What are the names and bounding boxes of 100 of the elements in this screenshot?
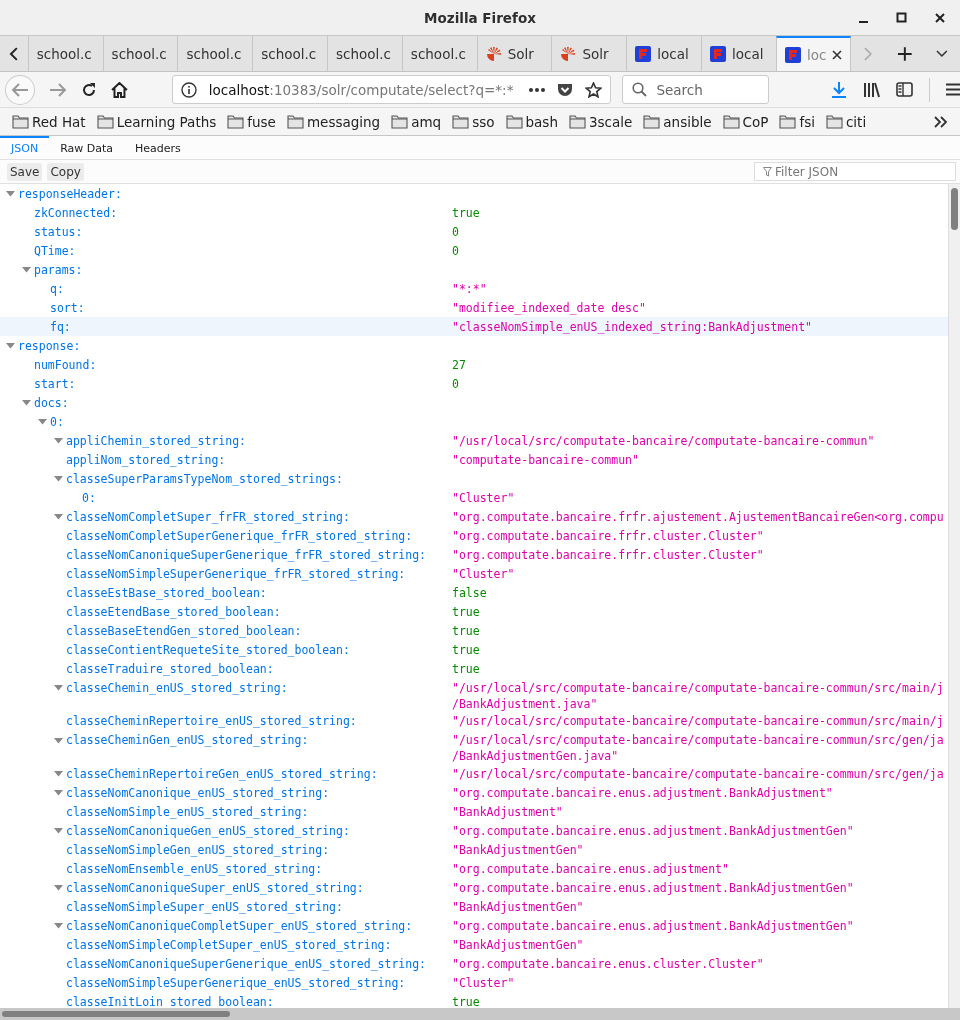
bookmark-label[interactable]: bash: [525, 113, 558, 130]
library-icon[interactable]: [863, 81, 880, 98]
bookmark-folder[interactable]: bash: [505, 113, 558, 130]
info-icon[interactable]: [180, 81, 197, 98]
tree-row[interactable]: start: 0: [0, 374, 948, 393]
more-icon[interactable]: [529, 87, 546, 92]
tree-row[interactable]: QTime: 0: [0, 241, 948, 260]
tree-row[interactable]: classeNomSimpleCompletSuper_enUS_stored_string: "BankAdjustmentGen": [0, 935, 948, 954]
bookmark-label[interactable]: sso: [472, 113, 495, 130]
star-icon[interactable]: [585, 81, 603, 98]
bookmark-label[interactable]: CoP: [742, 113, 769, 130]
bookmark-label[interactable]: ansible: [663, 113, 712, 130]
caret-icon[interactable]: [54, 769, 63, 778]
tree-row[interactable]: classeNomCompletSuperGenerique_frFR_stored_string: "org.computate.bancaire.frfr.cluster.Cluster": [0, 526, 948, 545]
tree-row[interactable]: status: 0: [0, 222, 948, 241]
tree-row[interactable]: params:: [0, 260, 948, 279]
tree-row[interactable]: classeCheminRepertoireGen_enUS_stored_string: "/usr/local/src/computate-bancaire/computate-bancaire-commun/src/gen/ja: [0, 764, 948, 783]
tree-row[interactable]: classeEstBase_stored_boolean: false: [0, 583, 948, 602]
browser-tab[interactable]: loc: [775, 36, 851, 71]
browser-tab[interactable]: school.c: [327, 36, 402, 71]
search-field[interactable]: Search: [622, 75, 769, 104]
sidebar-icon[interactable]: [896, 82, 913, 97]
tree-row[interactable]: sort: "modifiee_indexed_date desc": [0, 298, 948, 317]
scroll-left-icon[interactable]: [9, 46, 19, 61]
reload-icon[interactable]: [80, 81, 97, 98]
tree-row[interactable]: classeInitLoin_stored_boolean: true: [0, 992, 948, 1008]
tree-row[interactable]: numFound: 27: [0, 355, 948, 374]
tree-row[interactable]: classeCheminGen_enUS_stored_string: "/usr/local/src/computate-bancaire/computate-bancaire-commun/src/gen/ja /BankAdjustmentGen.java": [0, 730, 948, 764]
caret-icon[interactable]: [54, 436, 63, 445]
caret-icon[interactable]: [54, 683, 63, 692]
back-button[interactable]: [5, 74, 35, 105]
tree-row[interactable]: classeBaseEtendGen_stored_boolean: true: [0, 621, 948, 640]
tree-row[interactable]: classeNomSimpleGen_enUS_stored_string: "BankAdjustmentGen": [0, 840, 948, 859]
tree-row[interactable]: classeNomSimpleSuperGenerique_enUS_stored_string: "Cluster": [0, 973, 948, 992]
caret-icon[interactable]: [22, 398, 31, 407]
tree-row[interactable]: classeSuperParamsTypeNom_stored_strings:: [0, 469, 948, 488]
tree-row[interactable]: zkConnected: true: [0, 203, 948, 222]
filter-field[interactable]: Filter JSON: [754, 162, 956, 181]
tree-row[interactable]: classeNomCanoniqueCompletSuper_enUS_stored_string: "org.computate.bancaire.enus.adjustment.BankAdjustmentGen": [0, 916, 948, 935]
maximize-icon[interactable]: [896, 12, 908, 24]
tree-row[interactable]: classeNomSimpleSuper_enUS_stored_string: "BankAdjustmentGen": [0, 897, 948, 916]
tree-row[interactable]: classeNomCanoniqueSuper_enUS_stored_string: "org.computate.bancaire.enus.adjustment.BankAdjustmentGen": [0, 878, 948, 897]
tree-row[interactable]: docs:: [0, 393, 948, 412]
tree-row[interactable]: classeNomEnsemble_enUS_stored_string: "org.computate.bancaire.enus.adjustment": [0, 859, 948, 878]
caret-icon[interactable]: [54, 921, 63, 930]
bookmark-folder[interactable]: sso: [452, 113, 495, 130]
bookmark-folder[interactable]: Learning Paths: [96, 113, 217, 130]
caret-icon[interactable]: [54, 883, 63, 892]
caret-icon[interactable]: [22, 265, 31, 274]
bookmark-folder[interactable]: amq: [391, 113, 442, 130]
tree-row[interactable]: classeContientRequeteSite_stored_boolean: true: [0, 640, 948, 659]
tree-row[interactable]: responseHeader:: [0, 184, 948, 203]
browser-tab[interactable]: local: [626, 36, 702, 71]
chevron-right-icon[interactable]: [934, 116, 948, 128]
bookmark-folder[interactable]: messaging: [286, 113, 381, 130]
caret-icon[interactable]: [54, 474, 63, 483]
bookmark-label[interactable]: citi: [845, 113, 867, 130]
browser-tab[interactable]: Solr: [551, 36, 627, 71]
bookmark-folder[interactable]: fsi: [779, 113, 815, 130]
tree-row[interactable]: response:: [0, 336, 948, 355]
bookmark-folder[interactable]: ansible: [643, 113, 712, 130]
browser-tab[interactable]: school.c: [401, 36, 477, 71]
tree-row[interactable]: q: "*:*": [0, 279, 948, 298]
close-icon[interactable]: [831, 49, 842, 60]
scrollbar[interactable]: [0, 1008, 960, 1020]
tree-row[interactable]: classeNomCanoniqueGen_enUS_stored_string: "org.computate.bancaire.enus.adjustment.BankAdjustmentGen": [0, 821, 948, 840]
plus-icon[interactable]: [896, 45, 913, 62]
bookmark-folder[interactable]: Red Hat: [12, 113, 86, 130]
bookmark-label[interactable]: fsi: [799, 113, 815, 130]
caret-icon[interactable]: [6, 189, 15, 198]
browser-tab[interactable]: local: [701, 36, 776, 71]
tree-row[interactable]: 0: "Cluster": [0, 488, 948, 507]
caret-icon[interactable]: [54, 735, 63, 745]
chevron-down-icon[interactable]: [936, 49, 948, 58]
caret-icon[interactable]: [54, 512, 63, 521]
browser-tab[interactable]: school.c: [252, 36, 328, 71]
home-icon[interactable]: [110, 81, 128, 98]
bookmark-label[interactable]: 3scale: [588, 113, 633, 130]
tree-row[interactable]: classeEtendBase_stored_boolean: true: [0, 602, 948, 621]
tree-row[interactable]: classeNomCanoniqueSuperGenerique_frFR_stored_string: "org.computate.bancaire.frfr.cluster.Cluster": [0, 545, 948, 564]
tree-row[interactable]: appliNom_stored_string: "computate-bancaire-commun": [0, 450, 948, 469]
address-bar[interactable]: localhost:10383/solr/computate/select?q=*:*: [171, 75, 612, 104]
bookmark-folder[interactable]: fuse: [227, 113, 276, 130]
bookmark-label[interactable]: Red Hat: [32, 113, 86, 130]
toolbar-button[interactable]: Copy: [47, 162, 84, 181]
browser-tab[interactable]: Solr: [476, 36, 552, 71]
close-icon[interactable]: [934, 12, 946, 24]
caret-icon[interactable]: [54, 826, 63, 835]
bookmark-label[interactable]: fuse: [247, 113, 276, 130]
tree-row[interactable]: classeNomSimpleSuperGenerique_frFR_stored_string: "Cluster": [0, 564, 948, 583]
toolbar-button[interactable]: Save: [7, 162, 43, 181]
bookmark-label[interactable]: Learning Paths: [116, 113, 217, 130]
tree-row[interactable]: classeNomCanonique_enUS_stored_string: "org.computate.bancaire.enus.adjustment.BankAdjustment": [0, 783, 948, 802]
caret-icon[interactable]: [54, 788, 63, 797]
browser-tab[interactable]: school.c: [27, 36, 103, 71]
tree-row[interactable]: appliChemin_stored_string: "/usr/local/src/computate-bancaire/computate-bancaire-commun": [0, 431, 948, 450]
viewer-tab[interactable]: Raw Data: [49, 136, 125, 159]
browser-tab[interactable]: school.c: [177, 36, 253, 71]
caret-icon[interactable]: [38, 417, 47, 426]
bookmark-folder[interactable]: CoP: [722, 113, 769, 130]
